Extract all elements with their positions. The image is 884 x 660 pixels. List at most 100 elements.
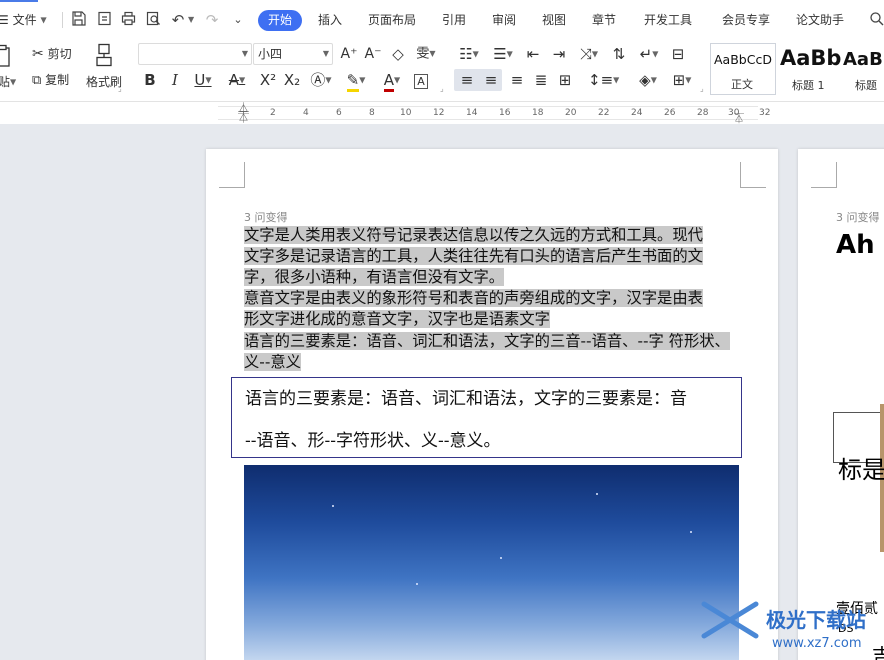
phonetic-guide-icon[interactable]: 雯▼ [412,45,440,63]
next-document-page[interactable] [798,149,884,660]
tab-chapter[interactable]: 章节 [592,12,616,28]
paste-icon[interactable] [0,44,12,70]
selected-text-line[interactable]: 字，很多小语种，有语言但没有文字。 [244,267,505,287]
right-indent-marker-icon[interactable]: ⏄ [734,110,744,125]
underline-icon[interactable]: U▼ [190,71,216,89]
active-window-indicator [0,0,38,2]
clear-format-icon[interactable]: ◇ [389,45,407,63]
style-heading[interactable]: AaBl 标题 [843,43,884,95]
star [690,531,692,533]
text-run: 形文字进化成的意音文字，汉字也是语素文字 [244,310,550,328]
align-right-icon[interactable]: ≡ [508,71,526,89]
style-name: 正文 [731,78,753,91]
sort-icon[interactable]: ⇅ [610,45,628,63]
decrease-font-icon[interactable]: A⁻ [364,45,382,63]
text-run: 字，很多小语种，有语言但没有文字。 [244,268,505,286]
style-sample: AaBb [780,46,842,70]
file-menu[interactable]: ☰ 文件 ▼ [0,12,47,29]
chinese-layout-icon[interactable]: ⤨▼ [576,45,602,63]
undo-icon[interactable]: ↶ [170,11,186,29]
italic-icon[interactable]: I [167,71,183,89]
selected-text-line[interactable]: 意音文字是由表义的象形符号和表音的声旁组成的文字，汉字是由表 [244,288,703,308]
ruler-number: 6 [336,108,342,118]
cut-button[interactable]: ✂ 剪切 [32,46,72,62]
expand-icon[interactable]: ⌟ [440,84,444,93]
show-marks-icon[interactable]: ↵▼ [636,45,662,63]
ruler-number: 24 [631,108,643,118]
redo-icon[interactable]: ↷ [204,11,220,29]
text-box[interactable]: 语言的三要素是：语音、词汇和语法，文字的三要素是：音 --语音、形--字符形状、… [231,377,742,458]
format-painter-label[interactable]: 格式刷 [86,74,122,90]
ruler-number: 18 [532,108,544,118]
tab-home[interactable]: 开始 [258,10,303,31]
tab-paper-assistant[interactable]: 论文助手 [796,12,844,28]
format-painter-icon[interactable] [92,43,116,69]
line-spacing-icon[interactable]: ↕≡▼ [588,71,619,89]
selected-text-line[interactable]: 义--意义 [244,352,301,372]
strikethrough-icon[interactable]: A▼ [224,71,250,89]
subscript-icon[interactable]: X₂ [282,71,302,89]
tab-references[interactable]: 引用 [442,12,466,28]
bold-icon[interactable]: B [142,71,158,89]
char-border-icon[interactable]: A [412,71,430,89]
tab-insert[interactable]: 插入 [318,12,342,28]
ruler-number: 20 [565,108,577,118]
numbered-list-icon[interactable]: ☰▼ [490,45,516,63]
chevron-down-icon: ▼ [241,49,248,58]
tab-member[interactable]: 会员专享 [722,12,770,28]
text-run: 语言的三要素是：语音、词汇和语法，文字的三音--语音、--字 符形状、 [244,332,730,350]
divider [62,12,63,28]
font-name-combo[interactable]: ▼ [138,43,252,65]
print-preview-icon[interactable] [145,11,161,29]
tab-developer[interactable]: 开发工具 [644,12,692,28]
align-left-icon[interactable]: ≡ [458,71,476,89]
style-normal[interactable]: AaBbCcD 正文 [710,43,776,95]
distributed-align-icon[interactable]: ⊞ [556,71,574,89]
chevron-down-icon: ▼ [40,15,47,25]
tab-review[interactable]: 审阅 [492,12,516,28]
horizontal-ruler[interactable]: ⏅ ⏄ 2 4 6 8 10 12 14 16 18 20 22 24 26 28… [0,102,884,125]
page-header-label: 3 问变得 [244,211,288,224]
paste-button[interactable]: 贴▼ [0,74,16,91]
margin-corner-mark [740,162,766,188]
text-effect-icon[interactable]: Ⓐ▼ [308,71,334,89]
selected-text-line[interactable]: 文字是人类用表义符号记录表达信息以传之久远的方式和工具。现代 [244,225,703,245]
font-size-combo[interactable]: 小四 ▼ [253,43,333,65]
increase-indent-icon[interactable]: ⇥ [550,45,568,63]
search-icon[interactable] [868,11,884,29]
style-sample: AaBl [843,49,884,70]
expand-icon[interactable]: ⌟ [700,84,704,93]
copy-button[interactable]: ⧉ 复制 [32,72,69,89]
distribute-icon[interactable]: ⊟ [668,45,688,63]
customize-toolbar-icon[interactable]: ⌄ [230,11,246,29]
font-color-icon[interactable]: A▼ [378,71,406,92]
cut-label: 剪切 [47,47,72,61]
align-center-icon[interactable]: ≡ [482,71,500,89]
tab-view[interactable]: 视图 [542,12,566,28]
margin-corner-mark [811,162,837,188]
decrease-indent-icon[interactable]: ⇤ [524,45,542,63]
text-run: 文字多是记录语言的工具，人类往往先有口头的语言后产生书面的文 [244,247,703,265]
tab-page-layout[interactable]: 页面布局 [368,12,416,28]
save-icon[interactable] [70,11,86,29]
file-menu-label: 文件 [12,13,37,27]
shading-icon[interactable]: ◈▼ [634,71,662,89]
scissors-icon: ✂ [32,46,44,62]
print-icon[interactable] [120,11,136,29]
expand-icon[interactable]: ⌟ [118,84,122,93]
indent-marker-icon[interactable]: ⏅ ⏄ [238,103,249,123]
font-size-value: 小四 [258,47,283,61]
superscript-icon[interactable]: X² [258,71,278,89]
increase-font-icon[interactable]: A⁺ [340,45,358,63]
borders-icon[interactable]: ⊞▼ [668,71,696,89]
selected-text-line[interactable]: 语言的三要素是：语音、词汇和语法，文字的三音--语音、--字 符形状、 [244,331,730,351]
export-icon[interactable] [96,11,112,29]
justify-icon[interactable]: ≣ [532,71,550,89]
style-heading-1[interactable]: AaBb 标题 1 [778,43,842,95]
chevron-down-icon[interactable]: ▼ [188,15,194,24]
selected-text-line[interactable]: 文字多是记录语言的工具，人类往往先有口头的语言后产生书面的文 [244,246,703,266]
bullet-list-icon[interactable]: ☷▼ [456,45,482,63]
highlight-icon[interactable]: ✎▼ [342,71,370,92]
night-sky-image[interactable] [244,465,739,660]
selected-text-line[interactable]: 形文字进化成的意音文字，汉字也是语素文字 [244,309,550,329]
